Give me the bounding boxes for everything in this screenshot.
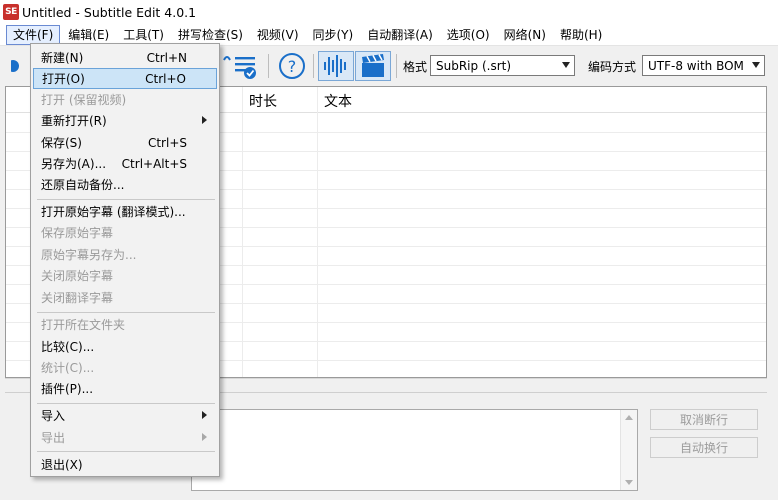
file-menu-save[interactable]: 保存(S) Ctrl+S — [33, 132, 217, 153]
scroll-down-icon[interactable] — [625, 480, 633, 485]
menu-item-label: 导入 — [41, 409, 66, 423]
subtitle-text-box[interactable] — [191, 409, 638, 491]
format-select-value: SubRip (.srt) — [436, 58, 512, 73]
submenu-arrow-icon — [202, 411, 207, 419]
partial-toolbar-icon[interactable] — [4, 51, 28, 81]
menu-file[interactable]: 文件(F) — [6, 24, 61, 45]
toolbar-separator — [268, 54, 269, 78]
file-menu-plugins[interactable]: 插件(P)... — [33, 378, 217, 399]
submenu-arrow-icon — [202, 116, 207, 124]
auto-break-button[interactable]: 自动换行 — [650, 437, 758, 458]
file-menu-open-containing-folder[interactable]: 打开所在文件夹 — [33, 314, 217, 335]
menu-item-label: 退出(X) — [41, 458, 83, 472]
menu-item-shortcut: Ctrl+O — [145, 71, 186, 86]
menu-item-label: 重新打开(R) — [41, 114, 107, 128]
menu-item-label: 保存(S) — [41, 136, 82, 150]
menu-item-label: 插件(P)... — [41, 382, 94, 396]
menu-separator — [37, 451, 215, 452]
file-menu-close-original[interactable]: 关闭原始字幕 — [33, 265, 217, 286]
menu-separator — [37, 312, 215, 313]
menu-item-label: 另存为(A)... — [41, 157, 107, 171]
file-menu-restore-backup[interactable]: 还原自动备份... — [33, 174, 217, 195]
menu-networking[interactable]: 网络(N) — [498, 25, 552, 45]
menu-item-label: 打开(O) — [42, 72, 85, 86]
file-menu-export[interactable]: 导出 — [33, 427, 217, 448]
toolbar-separator — [313, 54, 314, 78]
app-logo-icon: SE — [3, 4, 19, 20]
menu-item-shortcut: Ctrl+S — [147, 135, 187, 150]
menu-help[interactable]: 帮助(H) — [554, 25, 608, 45]
chevron-down-icon — [752, 62, 760, 68]
menu-tools[interactable]: 工具(T) — [117, 25, 170, 45]
unbreak-button[interactable]: 取消断行 — [650, 409, 758, 430]
encoding-select-value: UTF-8 with BOM — [648, 58, 744, 73]
list-check-icon[interactable] — [222, 51, 262, 81]
menu-item-label: 导出 — [41, 431, 66, 445]
format-label: 格式 — [403, 60, 428, 74]
menu-edit[interactable]: 编辑(E) — [62, 25, 115, 45]
menu-separator — [37, 199, 215, 200]
menu-item-label: 打开 (保留视频) — [41, 93, 127, 107]
menu-item-label: 打开所在文件夹 — [41, 318, 126, 332]
menu-item-label: 原始字幕另存为... — [41, 248, 137, 262]
file-menu-save-original-as[interactable]: 原始字幕另存为... — [33, 244, 217, 265]
file-menu-exit[interactable]: 退出(X) — [33, 454, 217, 475]
menu-item-label: 还原自动备份... — [41, 178, 125, 192]
file-menu-new[interactable]: 新建(N) Ctrl+N — [33, 47, 217, 68]
chevron-down-icon — [562, 62, 570, 68]
file-menu-dropdown: 新建(N) Ctrl+N 打开(O) Ctrl+O 打开 (保留视频) 重新打开… — [30, 43, 220, 477]
help-icon[interactable]: ? — [277, 51, 307, 81]
menu-item-shortcut: Ctrl+N — [146, 50, 187, 65]
file-menu-open-original[interactable]: 打开原始字幕 (翻译模式)... — [33, 201, 217, 222]
file-menu-save-original[interactable]: 保存原始字幕 — [33, 222, 217, 243]
submenu-arrow-icon — [202, 433, 207, 441]
menu-item-label: 新建(N) — [41, 51, 84, 65]
menu-video[interactable]: 视频(V) — [251, 25, 305, 45]
waveform-icon[interactable] — [318, 51, 354, 81]
menu-item-shortcut: Ctrl+Alt+S — [121, 156, 187, 171]
title-bar: SE Untitled - Subtitle Edit 4.0.1 — [0, 0, 778, 24]
menu-item-label: 保存原始字幕 — [41, 226, 114, 240]
file-menu-save-as[interactable]: 另存为(A)... Ctrl+Alt+S — [33, 153, 217, 174]
file-menu-compare[interactable]: 比较(C)... — [33, 336, 217, 357]
menu-item-label: 关闭翻译字幕 — [41, 291, 114, 305]
menu-item-label: 比较(C)... — [41, 340, 95, 354]
file-menu-reopen[interactable]: 重新打开(R) — [33, 110, 217, 131]
menu-options[interactable]: 选项(O) — [441, 25, 496, 45]
column-divider — [317, 87, 318, 377]
menu-sync[interactable]: 同步(Y) — [307, 25, 360, 45]
svg-text:?: ? — [288, 57, 297, 76]
encoding-select[interactable]: UTF-8 with BOM — [642, 55, 765, 76]
file-menu-open-keep-video[interactable]: 打开 (保留视频) — [33, 89, 217, 110]
menu-spell-check[interactable]: 拼写检查(S) — [172, 25, 249, 45]
menu-item-label: 统计(C)... — [41, 361, 95, 375]
file-menu-statistics[interactable]: 统计(C)... — [33, 357, 217, 378]
video-clapper-icon[interactable] — [355, 51, 391, 81]
file-menu-close-translation[interactable]: 关闭翻译字幕 — [33, 287, 217, 308]
toolbar-separator — [396, 54, 397, 78]
window-title: Untitled - Subtitle Edit 4.0.1 — [22, 4, 197, 20]
format-select[interactable]: SubRip (.srt) — [430, 55, 575, 76]
column-divider — [242, 87, 243, 377]
text-box-scrollbar[interactable] — [620, 410, 637, 490]
encoding-label: 编码方式 — [588, 60, 637, 74]
menu-auto-translate[interactable]: 自动翻译(A) — [361, 25, 439, 45]
menu-item-label: 打开原始字幕 (翻译模式)... — [41, 205, 186, 219]
column-header-text[interactable]: 文本 — [324, 91, 352, 111]
scroll-up-icon[interactable] — [625, 415, 633, 420]
file-menu-import[interactable]: 导入 — [33, 405, 217, 426]
column-header-duration[interactable]: 时长 — [249, 91, 277, 111]
menu-separator — [37, 403, 215, 404]
file-menu-open[interactable]: 打开(O) Ctrl+O — [33, 68, 217, 89]
menu-item-label: 关闭原始字幕 — [41, 269, 114, 283]
